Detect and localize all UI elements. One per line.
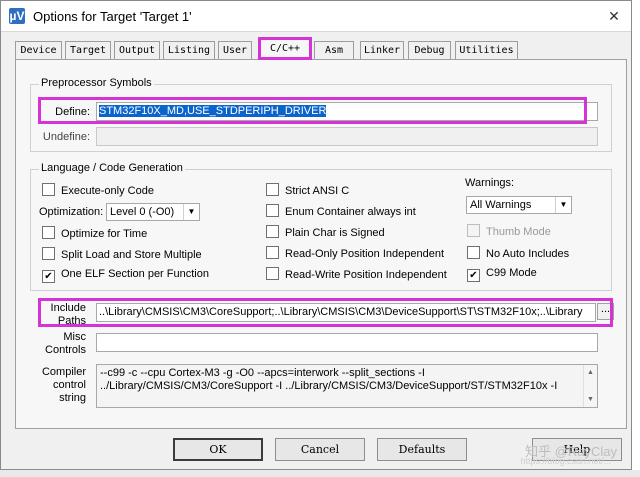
tab-strip: Device Target Output Listing User C/C++ … [15, 37, 627, 60]
tab-c-cpp[interactable]: C/C++ [258, 37, 312, 60]
rw-position-independent-checkbox[interactable]: Read-Write Position Independent [266, 267, 447, 282]
c99-mode-checkbox[interactable]: ✔ C99 Mode [467, 267, 537, 282]
compiler-control-string[interactable]: --c99 -c --cpu Cortex-M3 -g -O0 --apcs=i… [96, 364, 598, 408]
cancel-button[interactable]: Cancel [275, 438, 365, 461]
execute-only-checkbox[interactable]: Execute-only Code [42, 183, 154, 198]
check-icon: ✔ [42, 270, 55, 283]
split-load-store-checkbox[interactable]: Split Load and Store Multiple [42, 247, 202, 262]
no-auto-includes-checkbox[interactable]: No Auto Includes [467, 246, 569, 261]
tab-linker[interactable]: Linker [360, 41, 404, 59]
watermark-url: https://blog.csdn.net/... [520, 456, 611, 466]
tab-target[interactable]: Target [65, 41, 111, 59]
misc-controls-input[interactable] [96, 333, 598, 352]
checkbox-box [266, 267, 279, 280]
thumb-mode-checkbox[interactable]: Thumb Mode [467, 224, 551, 239]
right-edge [632, 0, 640, 477]
optimization-dropdown[interactable]: Level 0 (-O0) ▼ [106, 203, 200, 221]
chevron-down-icon: ▼ [555, 197, 571, 213]
tab-listing[interactable]: Listing [163, 41, 215, 59]
undefine-label: Undefine: [42, 131, 90, 143]
checkbox-box [42, 183, 55, 196]
misc-controls-label: Misc Controls [45, 331, 86, 356]
tab-user[interactable]: User [218, 41, 252, 59]
ok-button[interactable]: OK [173, 438, 263, 461]
preprocessor-group-title: Preprocessor Symbols [39, 77, 154, 89]
undefine-input[interactable] [96, 127, 598, 146]
compiler-control-label: Compiler control string [41, 366, 86, 404]
tab-device[interactable]: Device [15, 41, 62, 59]
close-icon[interactable]: ✕ [605, 7, 623, 25]
chevron-down-icon: ▼ [183, 204, 199, 220]
checkbox-box [266, 246, 279, 259]
title-bar: µV Options for Target 'Target 1' ✕ [1, 1, 631, 32]
checkbox-box [467, 246, 480, 259]
keil-app-icon: µV [9, 8, 25, 24]
scroll-up-icon[interactable]: ▲ [584, 366, 597, 379]
scroll-down-icon[interactable]: ▼ [584, 393, 597, 406]
one-elf-section-checkbox[interactable]: ✔ One ELF Section per Function [42, 268, 209, 283]
checkbox-box [266, 225, 279, 238]
c-cpp-panel: Preprocessor Symbols Define: STM32F10X_M… [15, 59, 627, 429]
strict-ansi-checkbox[interactable]: Strict ANSI C [266, 183, 349, 198]
define-highlight [38, 97, 587, 124]
plain-char-signed-checkbox[interactable]: Plain Char is Signed [266, 225, 385, 240]
enum-container-checkbox[interactable]: Enum Container always int [266, 204, 416, 219]
checkbox-box [467, 224, 480, 237]
warnings-dropdown[interactable]: All Warnings ▼ [466, 196, 572, 214]
language-group-title: Language / Code Generation [39, 162, 185, 174]
checkbox-box [42, 226, 55, 239]
defaults-button[interactable]: Defaults [377, 438, 467, 461]
optimization-label: Optimization: [39, 206, 104, 218]
window-title: Options for Target 'Target 1' [33, 9, 192, 24]
compiler-control-scrollbar[interactable]: ▲ ▼ [583, 365, 597, 407]
compiler-control-line: --c99 -c --cpu Cortex-M3 -g -O0 --apcs=i… [100, 367, 425, 379]
compiler-control-line: ../Library/CMSIS/CM3/CoreSupport -I ../L… [100, 380, 558, 392]
optimize-for-time-checkbox[interactable]: Optimize for Time [42, 226, 147, 241]
bottom-strip [0, 470, 640, 477]
checkbox-box [266, 204, 279, 217]
check-icon: ✔ [467, 269, 480, 282]
warnings-label: Warnings: [465, 177, 515, 189]
checkbox-box [42, 247, 55, 260]
ro-position-independent-checkbox[interactable]: Read-Only Position Independent [266, 246, 444, 261]
checkbox-box [266, 183, 279, 196]
options-dialog: µV Options for Target 'Target 1' ✕ Devic… [0, 0, 632, 470]
tab-output[interactable]: Output [114, 41, 160, 59]
tab-asm[interactable]: Asm [314, 41, 354, 59]
tab-debug[interactable]: Debug [408, 41, 451, 59]
include-paths-highlight [38, 298, 613, 327]
tab-utilities[interactable]: Utilities [455, 41, 518, 59]
